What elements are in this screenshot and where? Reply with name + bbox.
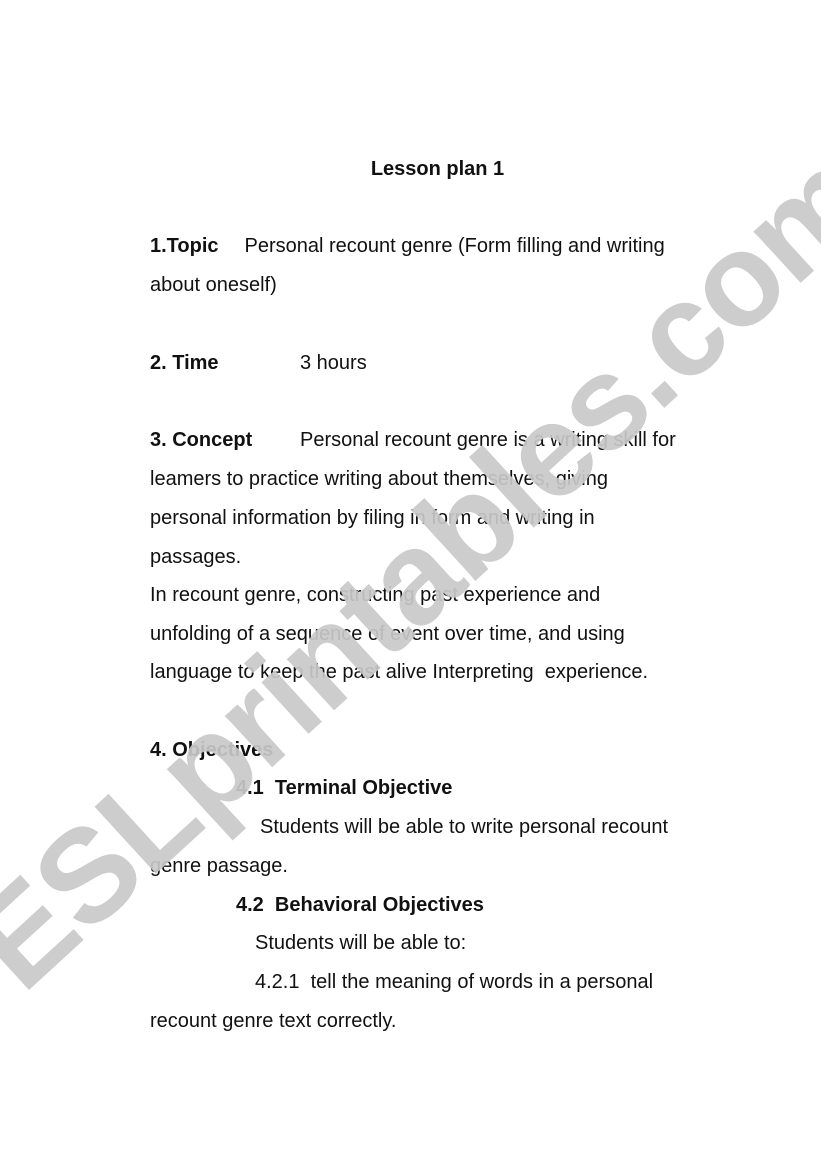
topic-text: Personal recount genre (Form filling and… [244, 235, 665, 257]
terminal-objective-heading: 4.1 Terminal Objective [236, 777, 453, 799]
title-text: Lesson plan 1 [370, 158, 505, 180]
concept-line-4: passages. [150, 546, 242, 568]
behavioral-objectives-heading: 4.2 Behavioral Objectives [236, 894, 484, 916]
topic-line-1: 1.Topic Personal recount genre (Form fill… [150, 234, 665, 258]
time-value: 3 hours [300, 352, 367, 374]
concept-line-6: unfolding of a sequence of event over ti… [150, 623, 625, 645]
behavioral-objectives-intro: Students will be able to: [255, 932, 467, 954]
topic-line-2: about oneself) [150, 274, 277, 296]
concept-line-1: Personal recount genre is a writing skil… [300, 429, 676, 451]
objectives-heading: 4. Objectives [150, 739, 274, 761]
topic-label: 1.Topic [150, 235, 219, 257]
time-label: 2. Time [150, 352, 219, 374]
behavioral-item-1-line-2: recount genre text correctly. [150, 1010, 397, 1032]
time-line: 2. Time [150, 351, 219, 375]
concept-line-7: language to keep the past alive Interpre… [150, 661, 649, 683]
concept-line-3: personal information by filing in form a… [150, 507, 595, 529]
terminal-objective-line-2: genre passage. [150, 855, 288, 877]
document-page: Lesson plan 1 1.Topic Personal recount ge… [0, 0, 821, 1169]
terminal-objective-line-1: Students will be able to write personal … [260, 816, 669, 838]
concept-label: 3. Concept [150, 428, 252, 452]
concept-line-5: In recount genre, constructing past expe… [150, 584, 601, 606]
document-title: Lesson plan 1 [0, 157, 821, 181]
behavioral-item-1-line-1: 4.2.1 tell the meaning of words in a per… [255, 971, 654, 993]
concept-label-text: 3. Concept [150, 429, 253, 451]
concept-line-2: leamers to practice writing about themse… [150, 468, 608, 490]
